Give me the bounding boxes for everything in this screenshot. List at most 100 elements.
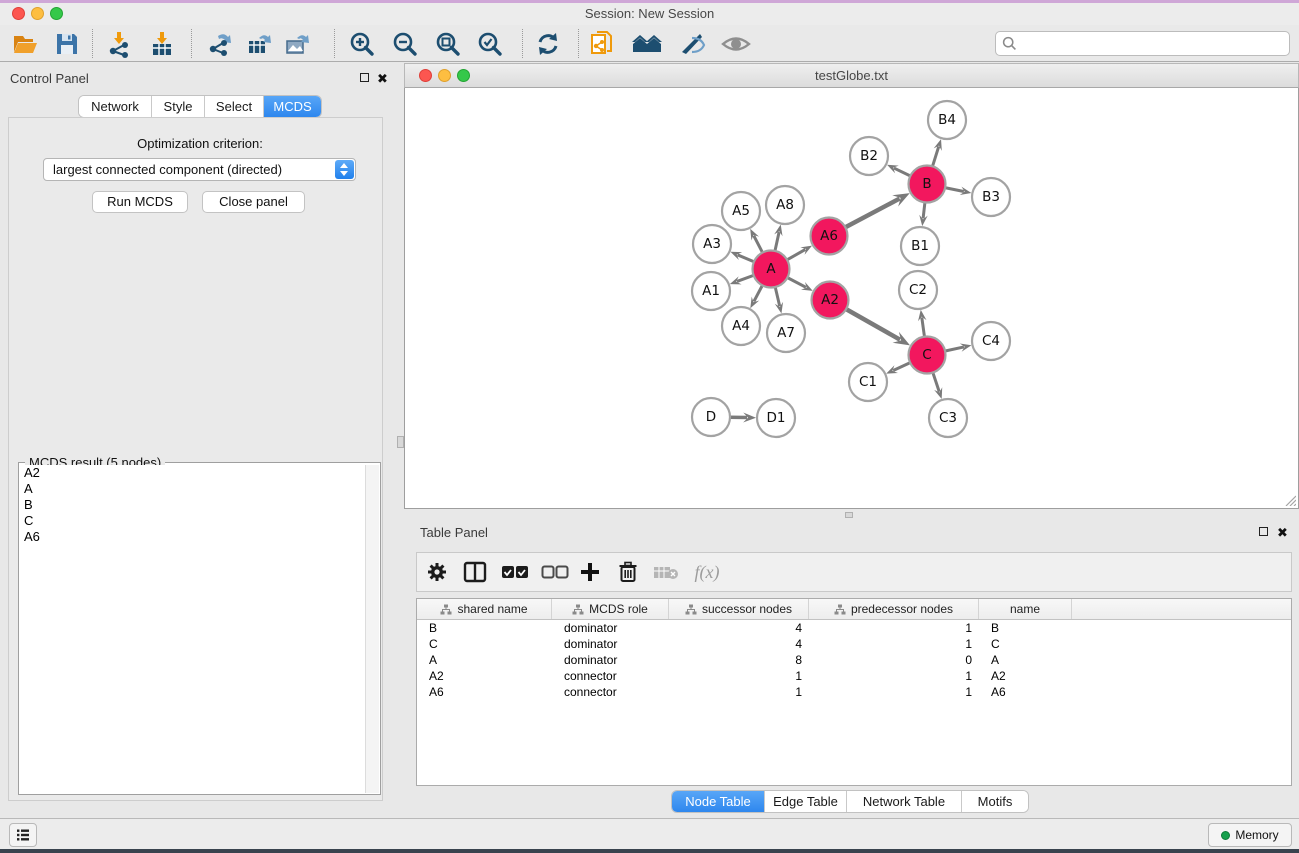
mcds-result-item[interactable]: B: [20, 497, 365, 513]
network-canvas[interactable]: B4 B2 B B3 A8A5 A6 A3 B1 A A1 C2 A2 A4A7 C4 C C1 C3 D D1: [404, 88, 1299, 509]
table-row[interactable]: Adominator80A: [417, 652, 1291, 668]
graph-node-A[interactable]: A: [753, 251, 790, 288]
edge-B-B4[interactable]: [932, 146, 939, 167]
edge-A-A6[interactable]: [786, 249, 805, 260]
network-from-file-button[interactable]: [586, 28, 620, 60]
network-minimize-button[interactable]: [438, 69, 451, 82]
delete-column-button[interactable]: [610, 553, 646, 591]
task-history-button[interactable]: [9, 823, 37, 847]
edge-A-A1[interactable]: [737, 275, 755, 281]
graph-node-B2[interactable]: B2: [850, 137, 888, 175]
edge-B-B1[interactable]: [923, 201, 925, 218]
column-layout-button[interactable]: [457, 553, 493, 591]
graph-node-B3[interactable]: B3: [972, 178, 1010, 216]
hide-details-button[interactable]: [676, 28, 710, 60]
graph-node-A6[interactable]: A6: [811, 218, 848, 255]
column-header-predecessor-nodes[interactable]: predecessor nodes: [809, 599, 979, 619]
table-splitter-handle[interactable]: [845, 512, 853, 518]
add-column-button[interactable]: [572, 553, 608, 591]
export-image-button[interactable]: [280, 28, 314, 60]
graph-node-C1[interactable]: C1: [849, 363, 887, 401]
graph-node-C3[interactable]: C3: [929, 399, 967, 437]
tab-select[interactable]: Select: [205, 96, 264, 117]
graph-node-D[interactable]: D: [692, 398, 730, 436]
table-row[interactable]: A6connector11A6: [417, 684, 1291, 700]
edge-A-A4[interactable]: [754, 284, 763, 301]
mcds-result-scrollbar[interactable]: [365, 465, 379, 793]
control-panel-close-icon[interactable]: ✖: [377, 74, 388, 84]
deselect-all-button[interactable]: [537, 553, 573, 591]
export-table-button[interactable]: [242, 28, 276, 60]
tab-motifs[interactable]: Motifs: [962, 791, 1028, 812]
graph-node-A4[interactable]: A4: [722, 307, 760, 345]
graph-node-A1[interactable]: A1: [692, 272, 730, 310]
mcds-result-item[interactable]: A: [20, 481, 365, 497]
table-row[interactable]: Cdominator41C: [417, 636, 1291, 652]
open-session-button[interactable]: [8, 28, 42, 60]
show-details-button[interactable]: [719, 28, 753, 60]
edge-A-A7[interactable]: [775, 286, 780, 306]
mcds-result-item[interactable]: A6: [20, 529, 365, 545]
search-input[interactable]: [995, 31, 1290, 56]
edge-B-B2[interactable]: [894, 168, 911, 176]
zoom-fit-button[interactable]: [431, 28, 465, 60]
graph-node-A8[interactable]: A8: [766, 186, 804, 224]
panel-splitter-handle[interactable]: [397, 436, 404, 448]
graph-node-C2[interactable]: C2: [899, 271, 937, 309]
edge-C-C4[interactable]: [944, 347, 964, 351]
graph-node-B4[interactable]: B4: [928, 101, 966, 139]
table-panel-float-icon[interactable]: [1259, 527, 1268, 536]
criterion-dropdown[interactable]: largest connected component (directed): [43, 158, 356, 181]
table-row[interactable]: A2connector11A2: [417, 668, 1291, 684]
import-network-button[interactable]: [102, 28, 136, 60]
table-row[interactable]: Bdominator41B: [417, 620, 1291, 636]
tab-mcds[interactable]: MCDS: [264, 96, 321, 117]
graph-node-C[interactable]: C: [909, 337, 946, 374]
graph-node-C4[interactable]: C4: [972, 322, 1010, 360]
edge-A-A2[interactable]: [786, 277, 805, 287]
export-network-button[interactable]: [203, 28, 237, 60]
edge-A-A5[interactable]: [754, 236, 763, 254]
control-panel-float-icon[interactable]: [360, 73, 369, 82]
tab-style[interactable]: Style: [152, 96, 205, 117]
zoom-in-button[interactable]: [345, 28, 379, 60]
graph-node-A5[interactable]: A5: [722, 192, 760, 230]
import-table-button[interactable]: [145, 28, 179, 60]
graph-node-B1[interactable]: B1: [901, 227, 939, 265]
graph-node-B[interactable]: B: [909, 166, 946, 203]
column-header-name[interactable]: name: [979, 599, 1072, 619]
zoom-selected-button[interactable]: [473, 28, 507, 60]
memory-button[interactable]: Memory: [1208, 823, 1292, 847]
edge-C-C1[interactable]: [893, 362, 911, 370]
tab-network[interactable]: Network: [79, 96, 152, 117]
run-mcds-button[interactable]: Run MCDS: [92, 191, 188, 213]
select-all-button[interactable]: [497, 553, 533, 591]
close-window-button[interactable]: [12, 7, 25, 20]
mcds-result-item[interactable]: C: [20, 513, 365, 529]
close-panel-button[interactable]: Close panel: [202, 191, 305, 213]
resize-grip-icon[interactable]: [1285, 495, 1296, 506]
column-header-successor-nodes[interactable]: successor nodes: [669, 599, 809, 619]
tab-edge-table[interactable]: Edge Table: [765, 791, 847, 812]
tab-network-table[interactable]: Network Table: [847, 791, 962, 812]
network-close-button[interactable]: [419, 69, 432, 82]
edge-C-C3[interactable]: [933, 372, 940, 392]
mcds-result-item[interactable]: A2: [20, 465, 365, 481]
table-settings-button[interactable]: [419, 553, 455, 591]
edge-A-A8[interactable]: [775, 232, 779, 252]
edge-A6-B[interactable]: [844, 199, 899, 228]
minimize-window-button[interactable]: [31, 7, 44, 20]
graph-node-D1[interactable]: D1: [757, 399, 795, 437]
apply-layout-button[interactable]: [531, 28, 565, 60]
edge-A2-C[interactable]: [845, 309, 900, 340]
graph-node-A3[interactable]: A3: [693, 225, 731, 263]
tab-node-table[interactable]: Node Table: [672, 791, 765, 812]
zoom-out-button[interactable]: [388, 28, 422, 60]
graph-node-A7[interactable]: A7: [767, 314, 805, 352]
edge-C-C2[interactable]: [922, 317, 925, 337]
zoom-window-button[interactable]: [50, 7, 63, 20]
column-header-MCDS-role[interactable]: MCDS role: [552, 599, 669, 619]
edge-A-A3[interactable]: [738, 255, 755, 262]
graph-node-A2[interactable]: A2: [812, 282, 849, 319]
show-all-networks-button[interactable]: [630, 28, 664, 60]
